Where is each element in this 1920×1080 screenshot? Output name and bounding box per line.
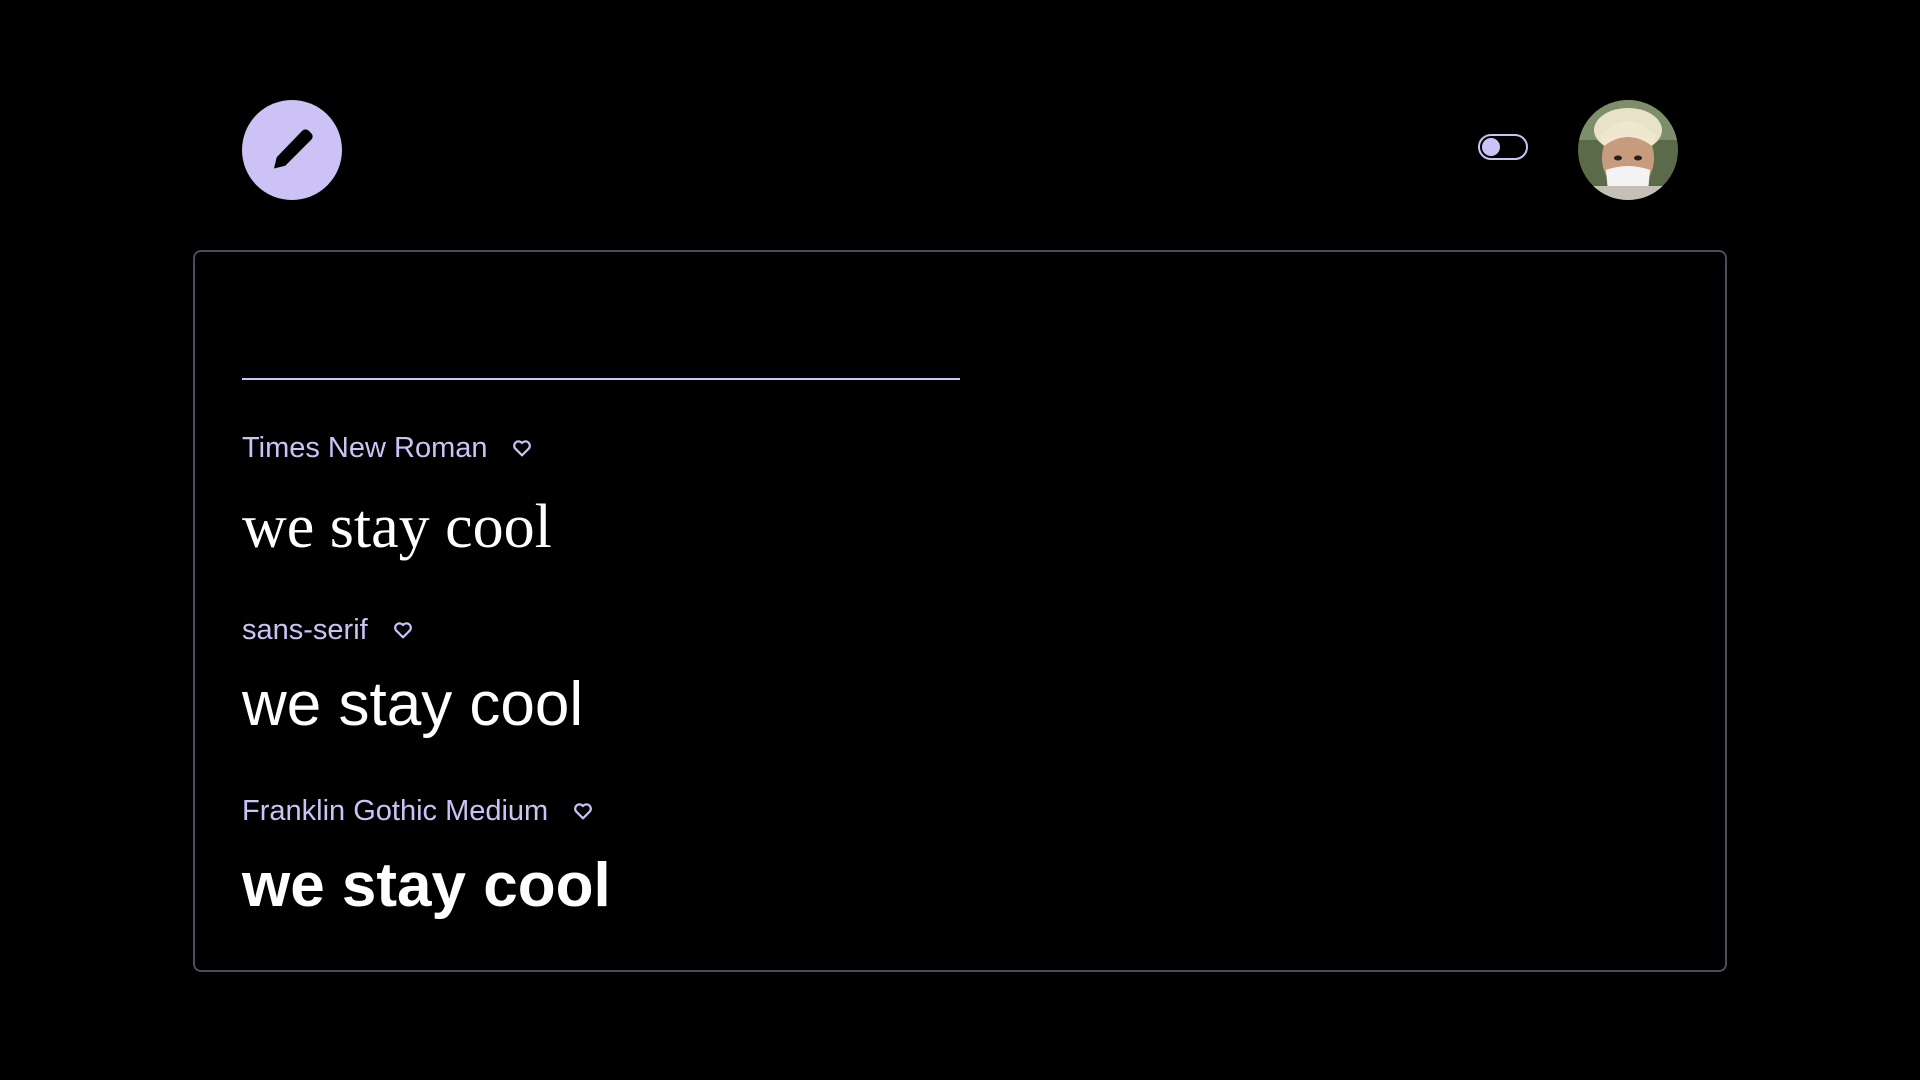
font-name-label: Times New Roman xyxy=(242,431,488,464)
font-item-sans-serif: sans-serif we stay cool xyxy=(242,610,1642,736)
font-name-label: Franklin Gothic Medium xyxy=(242,794,549,827)
heart-icon[interactable] xyxy=(392,619,414,641)
font-name-row: Franklin Gothic Medium xyxy=(242,791,1642,831)
font-sample-text: we stay cool xyxy=(242,493,552,561)
search-input[interactable] xyxy=(242,320,960,380)
pencil-icon xyxy=(274,129,313,169)
logo-button[interactable] xyxy=(242,100,342,200)
toggle-knob xyxy=(1482,138,1500,156)
heart-icon[interactable] xyxy=(572,800,594,822)
font-item-times-new-roman: Times New Roman we stay cool xyxy=(242,428,1642,561)
user-avatar-icon xyxy=(1578,100,1678,200)
avatar[interactable] xyxy=(1578,100,1678,200)
font-name-label: sans-serif xyxy=(242,613,368,646)
font-name-row: sans-serif xyxy=(242,610,1642,650)
heart-icon[interactable] xyxy=(511,437,533,459)
font-name-row: Times New Roman xyxy=(242,428,1642,468)
theme-toggle[interactable] xyxy=(1478,134,1528,160)
font-item-franklin-gothic-medium: Franklin Gothic Medium we stay cool xyxy=(242,791,1642,917)
font-sample-text: we stay cool xyxy=(242,851,611,920)
font-sample-text: we stay cool xyxy=(242,670,584,739)
header xyxy=(0,0,1920,250)
